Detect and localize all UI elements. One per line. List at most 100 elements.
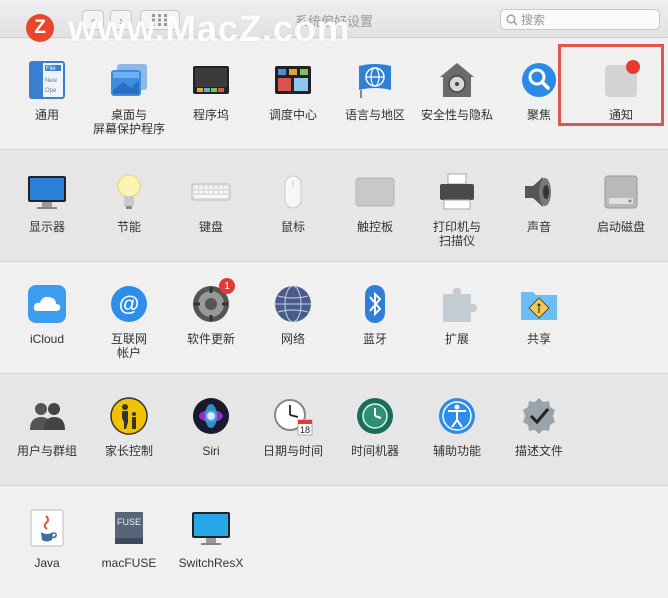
sharing-folder-icon	[521, 292, 557, 320]
accessibility-icon	[439, 398, 475, 434]
pref-label: 桌面与 屏幕保护程序	[92, 108, 165, 136]
general-icon: File New Ope	[29, 61, 65, 99]
pref-label: Java	[34, 556, 60, 570]
pref-bluetooth[interactable]: 蓝牙	[334, 284, 416, 346]
notification-icon	[605, 60, 640, 97]
trackpad-icon	[355, 177, 395, 207]
pref-label: 通知	[608, 108, 633, 122]
pref-macfuse[interactable]: FUSE macFUSE	[88, 508, 170, 570]
dock-icon	[193, 66, 229, 94]
pref-label: 互联网 帐户	[110, 332, 147, 360]
magnifier-icon	[522, 63, 556, 97]
pref-startup-disk[interactable]: 启动磁盘	[580, 172, 662, 234]
pref-label: 安全性与隐私	[420, 108, 493, 122]
macfuse-icon: FUSE	[115, 512, 143, 544]
pref-sharing[interactable]: 共享	[498, 284, 580, 346]
switchresx-icon	[192, 512, 230, 545]
pref-label: macFUSE	[101, 556, 157, 570]
disk-icon	[604, 175, 638, 209]
pref-label: 软件更新	[186, 332, 235, 346]
pref-mission-control[interactable]: 调度中心	[252, 60, 334, 122]
update-count-badge: 1	[219, 278, 235, 294]
pref-label: 网络	[280, 332, 305, 346]
bluetooth-icon	[365, 285, 385, 323]
pref-label: 时间机器	[350, 444, 399, 458]
pref-energy-saver[interactable]: 节能	[88, 172, 170, 234]
pref-spotlight[interactable]: 聚焦	[498, 60, 580, 122]
pref-notifications[interactable]: 通知	[580, 60, 662, 122]
svg-text:New: New	[45, 78, 58, 84]
siri-icon	[193, 398, 229, 434]
pref-label: 聚焦	[526, 108, 551, 122]
pref-label: 家长控制	[104, 444, 153, 458]
parental-icon	[110, 397, 148, 435]
pref-label: iCloud	[29, 332, 65, 346]
pref-extensions[interactable]: 扩展	[416, 284, 498, 346]
java-icon	[30, 509, 64, 547]
house-lock-icon	[440, 63, 474, 97]
pref-label: 启动磁盘	[596, 220, 645, 234]
cloud-icon	[28, 285, 66, 323]
globe-flag-icon	[359, 64, 391, 98]
pref-desktop-screensaver[interactable]: 桌面与 屏幕保护程序	[88, 60, 170, 136]
clock-calendar-icon: 18	[274, 399, 313, 436]
pref-users-groups[interactable]: 用户与群组	[6, 396, 88, 458]
pref-label: 触控板	[356, 220, 393, 234]
pref-switchresx[interactable]: SwitchResX	[170, 508, 252, 570]
users-icon	[30, 403, 65, 430]
pref-dock[interactable]: 程序坞	[170, 60, 252, 122]
calendar-day: 18	[300, 425, 310, 435]
network-globe-icon	[275, 285, 311, 323]
pref-label: 蓝牙	[362, 332, 387, 346]
puzzle-icon	[443, 288, 477, 322]
pref-printers-scanners[interactable]: 打印机与 扫描仪	[416, 172, 498, 248]
pref-date-time[interactable]: 18 日期与时间	[252, 396, 334, 458]
pref-label: 辅助功能	[432, 444, 481, 458]
pref-time-machine[interactable]: 时间机器	[334, 396, 416, 458]
search-placeholder: 搜索	[521, 13, 546, 27]
pref-siri[interactable]: Siri	[170, 396, 252, 458]
pref-label: 语言与地区	[344, 108, 405, 122]
pref-label: 节能	[116, 220, 141, 234]
pref-sound[interactable]: 声音	[498, 172, 580, 234]
pref-label: 键盘	[198, 220, 223, 234]
pref-label: 共享	[526, 332, 551, 346]
pref-java[interactable]: Java	[6, 508, 88, 570]
watermark-text: www.MacZ.com	[68, 8, 351, 49]
pref-label: 显示器	[28, 220, 65, 234]
pref-mouse[interactable]: 鼠标	[252, 172, 334, 234]
pref-keyboard[interactable]: 键盘	[170, 172, 252, 234]
pref-parental-controls[interactable]: 家长控制	[88, 396, 170, 458]
lightbulb-icon	[117, 174, 141, 209]
pref-trackpad[interactable]: 触控板	[334, 172, 416, 234]
search-field[interactable]: 搜索	[500, 9, 660, 30]
pref-security-privacy[interactable]: 安全性与隐私	[416, 60, 498, 122]
at-icon: @	[111, 286, 147, 322]
pref-label: 程序坞	[192, 108, 229, 122]
pref-label: 调度中心	[268, 108, 317, 122]
pref-label: 日期与时间	[262, 444, 323, 458]
mission-control-icon	[275, 66, 311, 94]
pref-label: 鼠标	[280, 220, 305, 234]
pref-label: SwitchResX	[178, 556, 244, 570]
pref-icloud[interactable]: iCloud	[6, 284, 88, 346]
checkmark-badge-icon	[523, 398, 555, 434]
svg-text:@: @	[119, 293, 139, 316]
mouse-icon	[284, 175, 302, 209]
speaker-icon	[525, 177, 551, 207]
printer-icon	[440, 173, 474, 210]
pref-label: Siri	[202, 444, 220, 458]
svg-text:File: File	[46, 66, 56, 72]
pref-network[interactable]: 网络	[252, 284, 334, 346]
pref-internet-accounts[interactable]: @ 互联网 帐户	[88, 284, 170, 360]
pref-label: 通用	[34, 108, 59, 122]
pref-accessibility[interactable]: 辅助功能	[416, 396, 498, 458]
pref-language-region[interactable]: 语言与地区	[334, 60, 416, 122]
desktop-icon	[111, 64, 147, 96]
pref-general[interactable]: File New Ope 通用	[6, 60, 88, 122]
pref-software-update[interactable]: 1 软件更新	[170, 278, 252, 346]
pref-label: 打印机与 扫描仪	[432, 220, 481, 248]
pref-displays[interactable]: 显示器	[6, 172, 88, 234]
pref-label: 扩展	[444, 332, 469, 346]
pref-profiles[interactable]: 描述文件	[498, 396, 580, 458]
